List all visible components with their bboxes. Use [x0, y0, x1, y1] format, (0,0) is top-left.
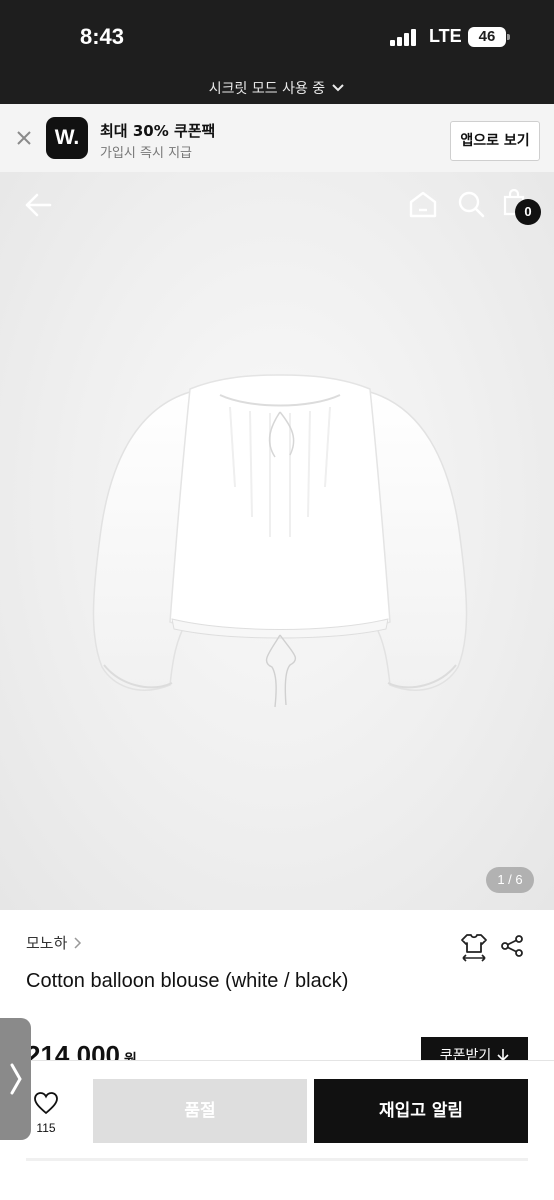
product-image-gallery[interactable]: 0 1 / 6	[0, 172, 554, 910]
secret-mode-bar[interactable]: 시크릿 모드 사용 중	[0, 72, 554, 104]
chevron-right-icon	[74, 936, 82, 949]
network-type: LTE	[429, 26, 462, 46]
search-icon[interactable]	[457, 190, 485, 218]
status-bar: 8:43 LTE 46	[0, 0, 554, 72]
chevron-right-icon	[10, 1063, 22, 1095]
home-icon[interactable]	[408, 190, 438, 218]
open-app-button[interactable]: 앱으로 보기	[450, 121, 540, 161]
size-guide-icon[interactable]	[460, 932, 488, 962]
like-count: 115	[36, 1121, 56, 1135]
app-logo: W.	[46, 117, 88, 159]
product-name: Cotton balloon blouse (white / black)	[26, 970, 349, 992]
banner-title: 최대 30% 쿠폰팩	[100, 122, 216, 140]
bottom-divider	[26, 1158, 528, 1161]
like-button[interactable]: 115	[26, 1091, 66, 1135]
cart-count-badge: 0	[515, 199, 541, 225]
battery-icon: 46	[468, 27, 510, 47]
secret-mode-label: 시크릿 모드 사용 중	[208, 81, 326, 97]
brand-name: 모노하	[26, 934, 68, 952]
back-arrow-icon[interactable]	[24, 192, 52, 218]
brand-link[interactable]: 모노하	[26, 932, 82, 953]
product-photo	[92, 374, 468, 708]
soldout-button[interactable]: 품절	[93, 1079, 307, 1143]
image-pager: 1 / 6	[486, 867, 534, 893]
restock-alert-button[interactable]: 재입고 알림	[314, 1079, 528, 1143]
bottom-action-bar: 115 품절 재입고 알림	[0, 1060, 554, 1200]
heart-icon	[34, 1092, 58, 1115]
status-time: 8:43	[80, 24, 125, 49]
signal-icon	[390, 28, 420, 46]
edge-panel-handle[interactable]	[0, 1018, 31, 1140]
chevron-down-icon	[332, 84, 344, 92]
close-icon[interactable]	[14, 128, 34, 148]
app-download-banner: W. 최대 30% 쿠폰팩 가입시 즉시 지급 앱으로 보기	[0, 104, 554, 172]
banner-subtitle: 가입시 즉시 지급	[100, 146, 192, 161]
share-icon[interactable]	[500, 934, 524, 958]
